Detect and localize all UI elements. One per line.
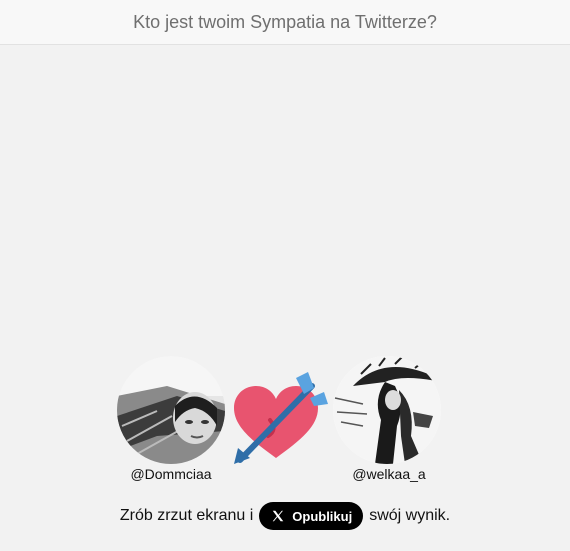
x-logo-icon	[271, 509, 285, 523]
page-title: Kto jest twoim Sympatia na Twitterze?	[133, 11, 437, 32]
share-button-label: Opublikuj	[292, 508, 353, 524]
share-prompt: Zrób zrzut ekranu i Opublikuj swój wynik…	[0, 500, 570, 532]
username-right[interactable]: @welkaa_a	[319, 466, 459, 482]
avatar-right-image	[333, 356, 441, 464]
avatar-right[interactable]	[333, 356, 441, 464]
avatar-left-image	[117, 356, 225, 464]
avatar-left[interactable]	[117, 356, 225, 464]
share-prompt-after: swój wynik.	[369, 507, 451, 524]
heart-with-arrow-icon	[226, 368, 336, 468]
share-prompt-before: Zrób zrzut ekranu i	[119, 507, 254, 524]
share-on-x-button[interactable]: Opublikuj	[259, 502, 364, 530]
header-bar: Kto jest twoim Sympatia na Twitterze?	[0, 0, 570, 45]
username-left[interactable]: @Dommciaa	[101, 466, 241, 482]
